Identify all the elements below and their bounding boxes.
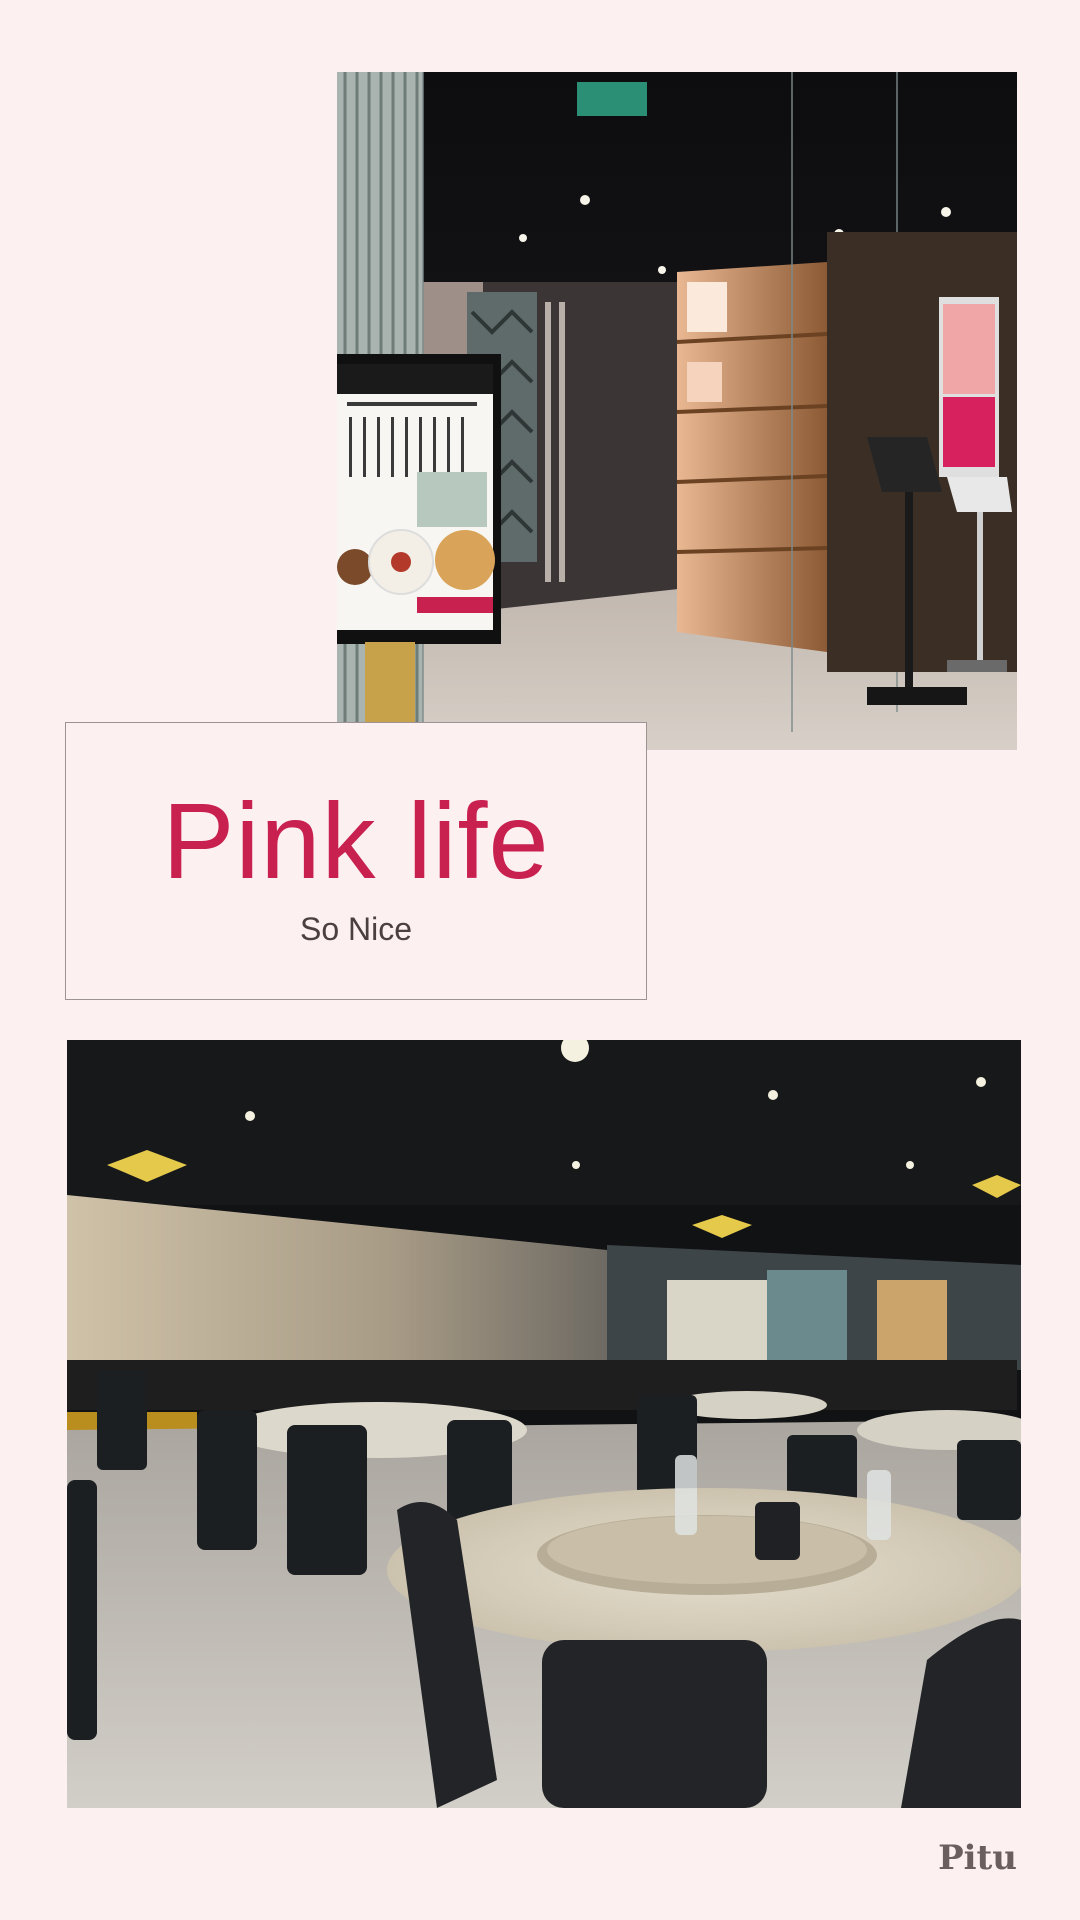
title-text: Pink life bbox=[162, 780, 550, 901]
subtitle-text: So Nice bbox=[299, 911, 413, 947]
restaurant-entrance-photo bbox=[337, 72, 1017, 750]
title-card: Pink life So Nice bbox=[65, 722, 647, 1000]
dining-hall-photo bbox=[67, 1040, 1021, 1808]
pitu-watermark: Pitu bbox=[938, 1838, 1017, 1878]
